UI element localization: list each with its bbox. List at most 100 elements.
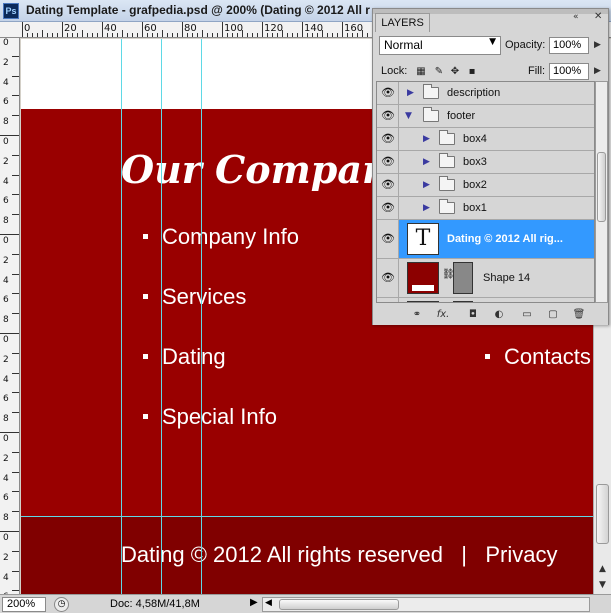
eye-icon[interactable]: 👁 <box>380 270 396 286</box>
tab-layers[interactable]: LAYERS <box>375 13 430 32</box>
ruler-major-tick <box>12 115 19 116</box>
layer-name: footer <box>447 110 476 122</box>
ruler-label: 4 <box>3 177 9 187</box>
vertical-ruler[interactable]: 02468024680246802468024680246 <box>0 38 20 594</box>
eye-icon[interactable]: 👁 <box>380 154 396 170</box>
ruler-major-tick <box>342 22 343 37</box>
guide-line[interactable] <box>121 39 122 594</box>
visibility-column <box>377 298 399 302</box>
ruler-label: 8 <box>3 414 9 424</box>
vertical-scroll-thumb[interactable] <box>596 484 609 544</box>
visibility-column: 👁 <box>377 128 399 150</box>
opacity-field[interactable]: 100% <box>549 37 589 54</box>
guide-line[interactable] <box>161 39 162 594</box>
horizontal-scroll-thumb[interactable] <box>279 599 399 610</box>
scroll-down-arrow-icon[interactable]: ▼ <box>594 577 611 593</box>
ruler-label: 6 <box>3 97 9 107</box>
ruler-minor-tick <box>167 33 168 37</box>
ruler-label: 4 <box>3 375 9 385</box>
eye-icon[interactable]: 👁 <box>380 131 396 147</box>
layer-row-shape-14[interactable]: 👁 ⛓ Shape 14 <box>377 259 594 298</box>
eye-icon[interactable]: 👁 <box>380 231 396 247</box>
collapse-panel-icon[interactable]: « <box>573 12 579 22</box>
ruler-minor-tick <box>207 33 208 37</box>
link-layers-icon[interactable]: ⚭ <box>409 307 425 323</box>
new-group-icon[interactable]: ▭ <box>519 307 535 323</box>
layer-row-box1[interactable]: 👁 ▶ box1 <box>377 197 594 220</box>
ruler-minor-tick <box>87 33 88 37</box>
eye-icon[interactable]: 👁 <box>380 200 396 216</box>
zoom-level-field[interactable]: 200% <box>2 597 46 612</box>
layers-list-scrollbar[interactable] <box>595 81 608 303</box>
fill-slider-arrow-icon[interactable]: ▶ <box>594 66 601 76</box>
expand-arrow-icon[interactable]: ▶ <box>423 134 431 144</box>
ruler-major-tick <box>12 175 19 176</box>
ruler-major-tick <box>12 293 19 294</box>
eye-icon[interactable]: 👁 <box>380 177 396 193</box>
expand-arrow-icon[interactable]: ▶ <box>423 203 431 213</box>
ruler-minor-tick <box>57 33 58 37</box>
ruler-major-tick <box>22 22 23 37</box>
fill-field[interactable]: 100% <box>549 63 589 80</box>
new-layer-icon[interactable]: ▢ <box>545 307 561 323</box>
ruler-minor-tick <box>67 33 68 37</box>
layer-row-box2[interactable]: 👁 ▶ box2 <box>377 174 594 197</box>
scroll-up-arrow-icon[interactable]: ▲ <box>594 561 611 577</box>
ruler-minor-tick <box>307 33 308 37</box>
layers-panel: LAYERS « ✕ Normal ▼ Opacity: 100% ▶ Lock… <box>372 8 609 325</box>
layer-row-partial[interactable] <box>377 298 594 302</box>
layer-row-box3[interactable]: 👁 ▶ box3 <box>377 151 594 174</box>
ruler-major-tick <box>102 22 103 37</box>
ruler-minor-tick <box>352 33 353 37</box>
visibility-column: 👁 <box>377 174 399 196</box>
lock-transparent-pixels-icon[interactable]: ▦ <box>415 66 427 78</box>
blend-mode-select[interactable]: Normal ▼ <box>379 36 501 55</box>
ruler-major-tick <box>12 491 19 492</box>
layer-row-footer[interactable]: 👁 ▼ footer <box>377 105 594 128</box>
ruler-minor-tick <box>242 30 243 37</box>
layer-row-dating-text[interactable]: 👁 T Dating © 2012 All rig... <box>377 220 594 259</box>
collapse-arrow-icon[interactable]: ▼ <box>405 111 413 121</box>
opacity-slider-arrow-icon[interactable]: ▶ <box>594 40 601 50</box>
ruler-major-tick <box>12 56 19 57</box>
lock-position-icon[interactable]: ✥ <box>449 66 461 78</box>
site-title: Our Company <box>121 147 412 192</box>
eye-icon[interactable]: 👁 <box>380 108 396 124</box>
scroll-left-arrow-icon[interactable]: ◀ <box>265 598 272 608</box>
visibility-column: 👁 <box>377 197 399 219</box>
ruler-label: 2 <box>3 553 9 563</box>
mask-icon[interactable]: ◘ <box>465 307 481 323</box>
ruler-major-tick <box>12 313 19 314</box>
ruler-minor-tick <box>257 33 258 37</box>
layer-name: description <box>447 87 501 99</box>
layer-row-box4[interactable]: 👁 ▶ box4 <box>377 128 594 151</box>
close-panel-icon[interactable]: ✕ <box>594 11 602 22</box>
footer-copyright-text: Dating © 2012 All rights reserved | Priv… <box>121 542 558 567</box>
eye-icon[interactable]: 👁 <box>380 85 396 101</box>
lock-image-pixels-icon[interactable]: ✎ <box>433 66 445 78</box>
folder-icon <box>423 84 439 99</box>
layers-list-scroll-thumb[interactable] <box>597 152 606 222</box>
status-menu-arrow-icon[interactable]: ▶ <box>250 597 258 608</box>
adjustment-icon[interactable]: ◐ <box>491 307 507 323</box>
lock-all-icon[interactable]: ▪ <box>466 66 478 78</box>
guide-line[interactable] <box>201 39 202 594</box>
expand-arrow-icon[interactable]: ▶ <box>407 88 415 98</box>
folder-icon <box>439 153 455 168</box>
ruler-label: 4 <box>3 78 9 88</box>
trash-icon[interactable]: 🗑 <box>571 307 587 323</box>
ruler-minor-tick <box>177 33 178 37</box>
folder-icon <box>439 176 455 191</box>
document-title: Dating Template - grafpedia.psd @ 200% (… <box>26 3 370 17</box>
ruler-label: 6 <box>3 295 9 305</box>
expand-arrow-icon[interactable]: ▶ <box>423 157 431 167</box>
ruler-minor-tick <box>112 33 113 37</box>
chevron-down-icon: ▼ <box>489 37 496 47</box>
ruler-major-tick <box>12 95 19 96</box>
guide-line[interactable] <box>21 516 593 517</box>
status-info-icon[interactable]: ◷ <box>54 597 69 612</box>
expand-arrow-icon[interactable]: ▶ <box>423 180 431 190</box>
layer-row-description[interactable]: 👁 ▶ description <box>377 82 594 105</box>
horizontal-scrollbar[interactable]: ◀ <box>262 597 590 612</box>
fx-icon[interactable]: fx. <box>435 307 451 323</box>
